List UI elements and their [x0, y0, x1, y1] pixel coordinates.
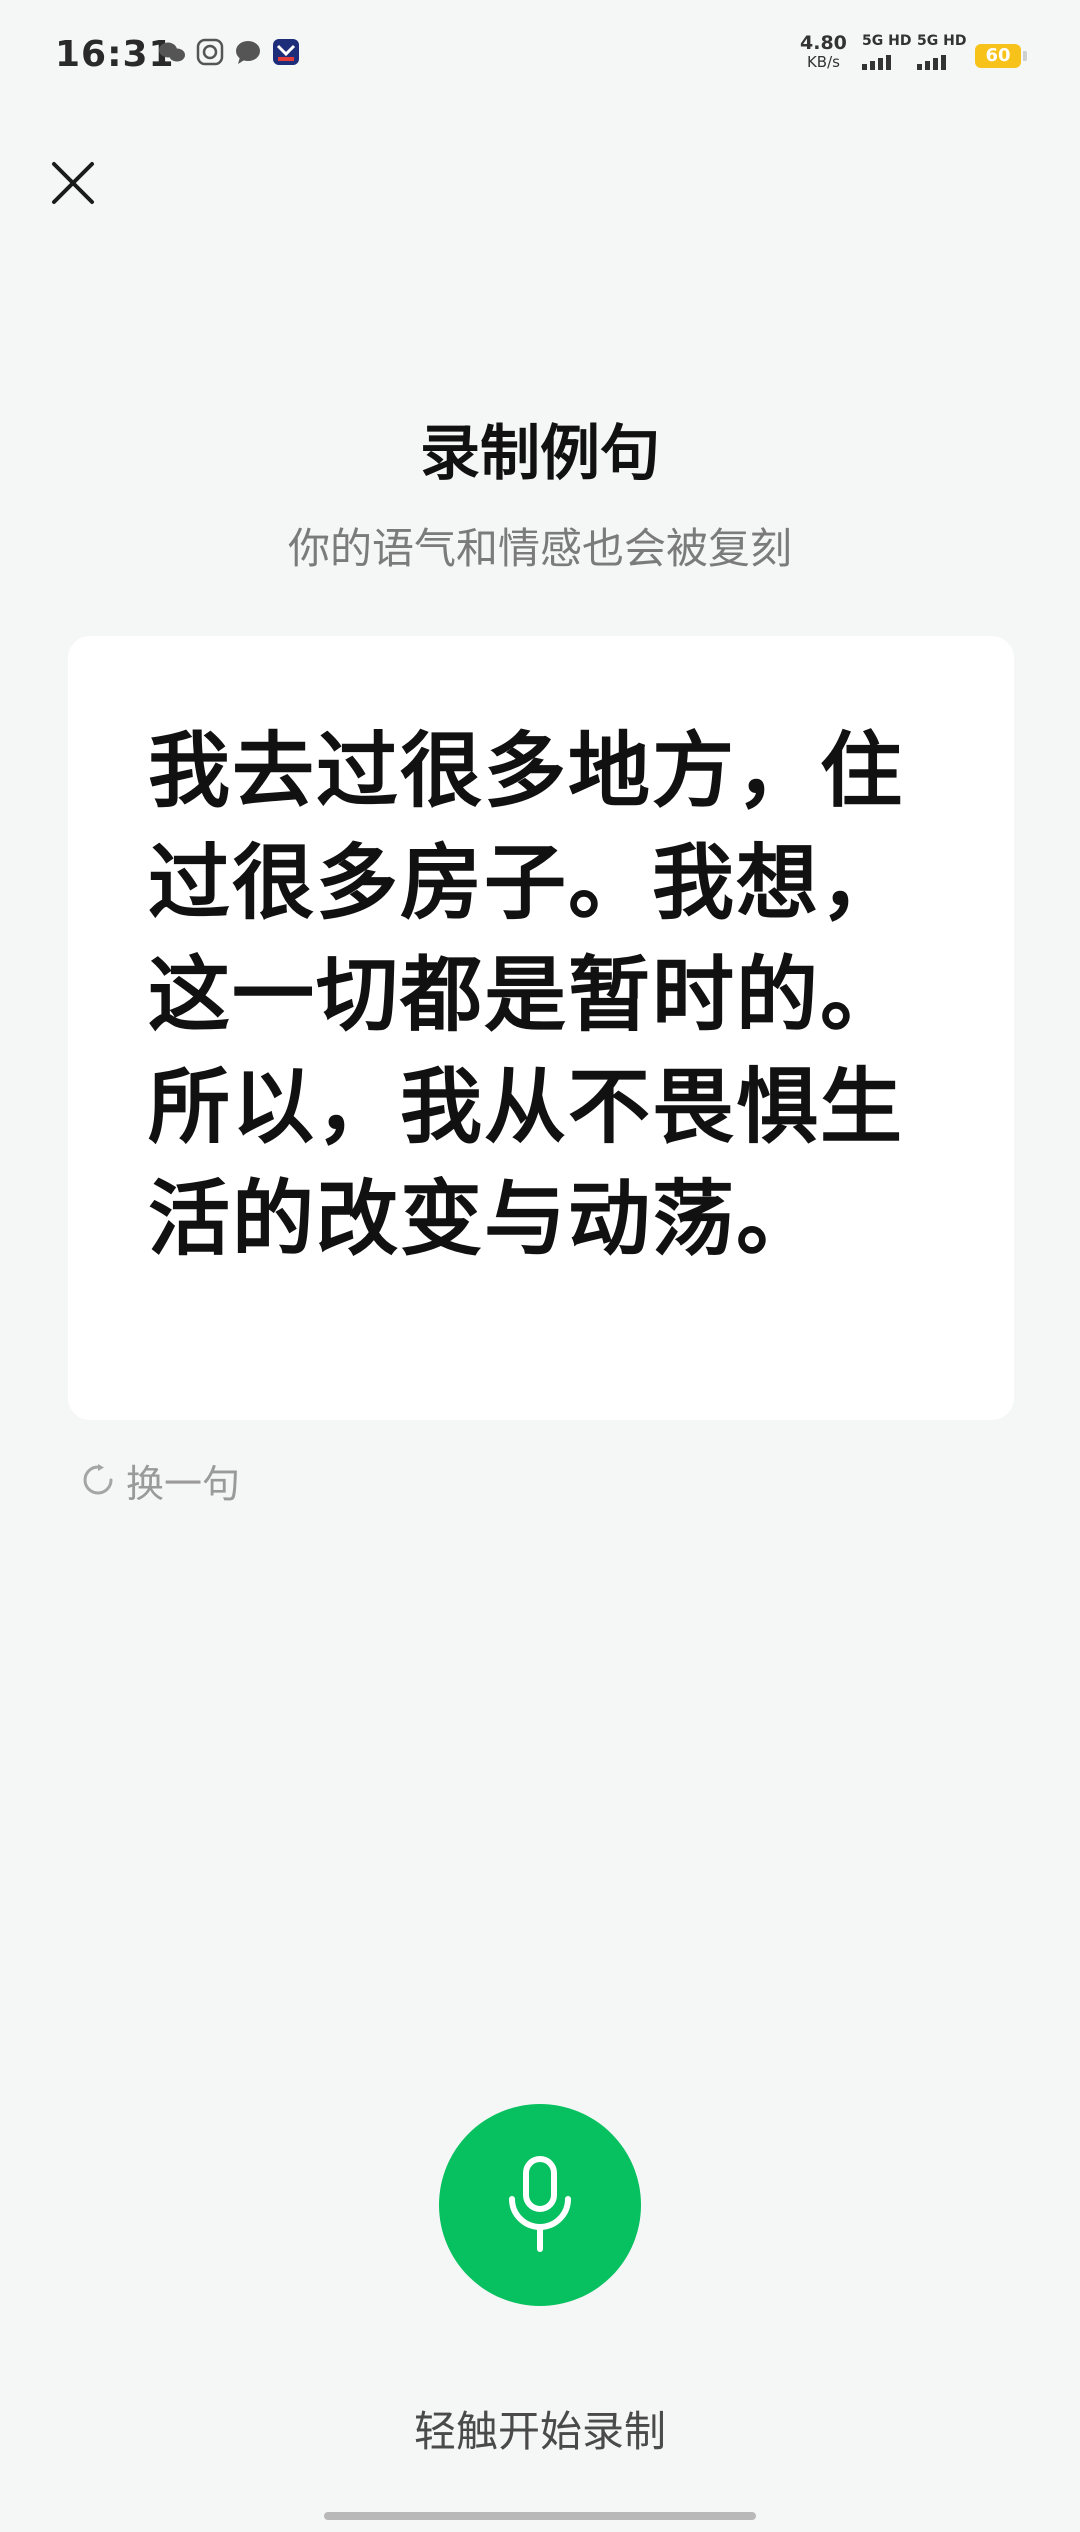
close-button[interactable] [40, 150, 106, 216]
app-icon [196, 38, 224, 66]
status-time: 16:31 [55, 34, 175, 75]
app-root: 16:31 4.80 KB/s 5G HD 5G HD 60 录制例句 你的语气… [0, 0, 1080, 2532]
wechat-icon [158, 38, 186, 66]
record-button[interactable] [439, 2104, 641, 2306]
signal-bars-icon [917, 54, 966, 70]
signal-bars-icon [862, 54, 911, 70]
change-sentence-button[interactable]: 换一句 [80, 1452, 240, 1508]
page-subtitle: 你的语气和情感也会被复刻 [287, 524, 792, 573]
status-bar: 16:31 4.80 KB/s 5G HD 5G HD 60 [0, 0, 1080, 110]
example-sentence: 我去过很多地方，住过很多房子。我想，这一切都是暂时的。所以，我从不畏惧生活的改变… [148, 724, 905, 1267]
microphone-icon [509, 2156, 571, 2252]
signal-indicator-2: 5G HD [917, 34, 966, 70]
close-icon [52, 162, 94, 204]
network-speed: 4.80 KB/s [800, 34, 847, 70]
home-indicator[interactable] [324, 2512, 756, 2520]
signal-label-2: 5G HD [917, 33, 967, 49]
refresh-icon [80, 1462, 116, 1498]
change-sentence-label: 换一句 [126, 1461, 241, 1506]
signal-label-1: 5G HD [862, 33, 912, 49]
battery-icon: 60 [975, 44, 1027, 68]
app-badge-icon [272, 38, 300, 66]
notification-icons [158, 38, 300, 66]
sentence-card: 我去过很多地方，住过很多房子。我想，这一切都是暂时的。所以，我从不畏惧生活的改变… [68, 636, 1014, 1420]
page-title: 录制例句 [420, 419, 660, 489]
signal-indicator-1: 5G HD [862, 34, 911, 70]
network-speed-unit: KB/s [806, 53, 840, 71]
message-icon [234, 38, 262, 66]
network-speed-value: 4.80 [800, 32, 847, 54]
record-hint: 轻触开始录制 [413, 2407, 666, 2456]
